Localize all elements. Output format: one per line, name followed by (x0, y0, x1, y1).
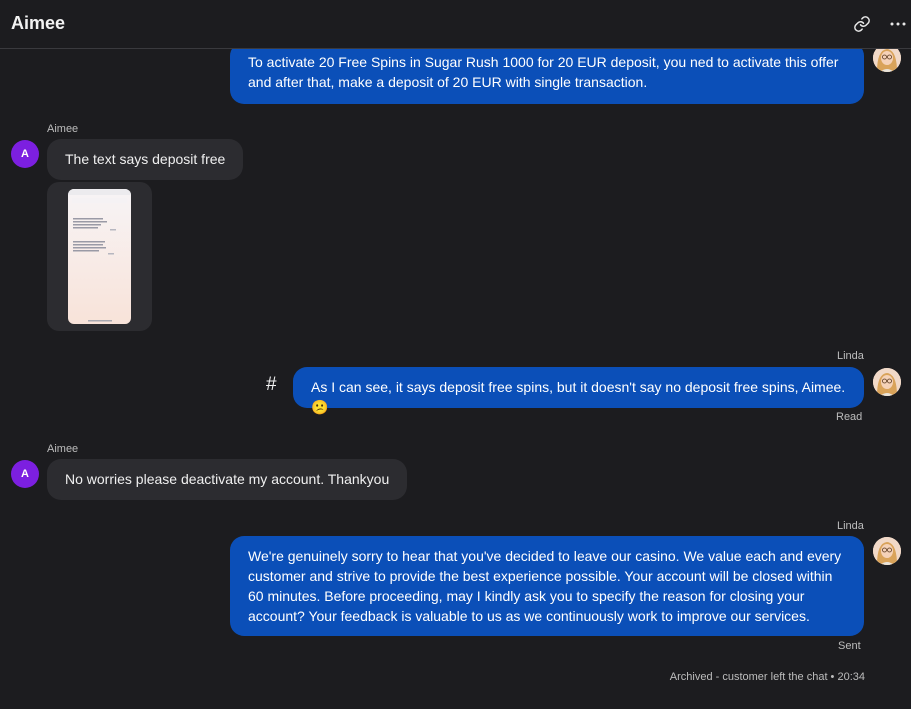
message-bubble-outgoing: As I can see, it says deposit free spins… (293, 367, 864, 415)
message-text: As I can see, it says deposit free spins… (311, 379, 846, 415)
message-bubble-outgoing: To activate 20 Free Spins in Sugar Rush … (230, 42, 864, 104)
agent-avatar (873, 368, 901, 396)
message-bubble-outgoing: We're genuinely sorry to hear that you'v… (230, 536, 864, 636)
message-text: To activate 20 Free Spins in Sugar Rush … (248, 54, 839, 90)
hashtag-icon[interactable]: # (266, 374, 277, 396)
sender-name: Linda (837, 520, 864, 532)
message-status: Sent (838, 640, 861, 652)
attachment-thumbnail[interactable] (68, 189, 131, 324)
image-attachment[interactable] (47, 182, 152, 331)
message-status: Read (836, 411, 863, 423)
message-text: No worries please deactivate my account.… (65, 471, 390, 487)
sender-name: Aimee (47, 123, 79, 135)
link-icon[interactable] (851, 13, 873, 35)
chat-header: Aimee (0, 0, 911, 49)
message-bubble-incoming: The text says deposit free (47, 139, 244, 180)
message-bubble-incoming: No worries please deactivate my account.… (47, 459, 408, 500)
message-text: We're genuinely sorry to hear that you'v… (248, 548, 842, 624)
chat-title: Aimee (11, 13, 66, 33)
message-text: The text says deposit free (65, 151, 226, 167)
agent-avatar (873, 537, 901, 565)
sender-name: Aimee (47, 443, 79, 455)
archived-note: Archived - customer left the chat • 20:3… (669, 671, 865, 683)
sender-name: Linda (837, 350, 864, 362)
customer-avatar: A (11, 460, 39, 488)
customer-avatar: A (11, 140, 39, 168)
more-horizontal-icon[interactable] (887, 13, 909, 35)
